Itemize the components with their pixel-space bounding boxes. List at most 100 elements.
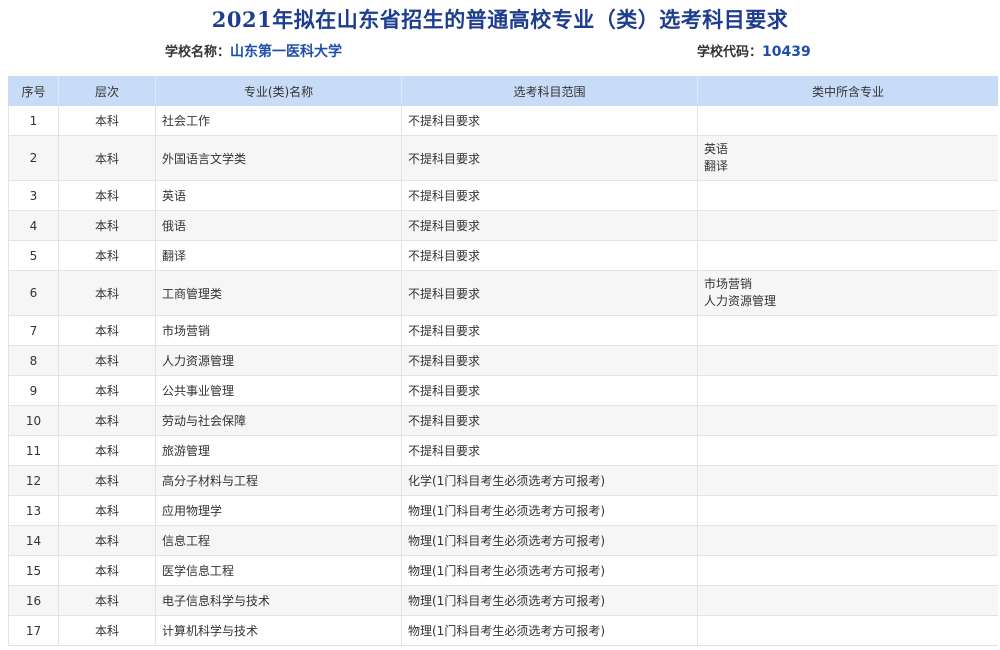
cell-subjects: 不提科目要求 [401, 180, 698, 211]
cell-included [697, 465, 998, 496]
cell-no: 10 [8, 405, 59, 436]
cell-included [697, 315, 998, 346]
cell-major: 劳动与社会保障 [155, 405, 402, 436]
cell-major: 应用物理学 [155, 495, 402, 526]
cell-level: 本科 [58, 525, 156, 556]
cell-major: 高分子材料与工程 [155, 465, 402, 496]
cell-subjects: 物理(1门科目考生必须选考方可报考) [401, 525, 698, 556]
cell-subjects: 化学(1门科目考生必须选考方可报考) [401, 465, 698, 496]
table-row: 16 本科 电子信息科学与技术 物理(1门科目考生必须选考方可报考) [8, 585, 998, 616]
cell-major: 市场营销 [155, 315, 402, 346]
cell-included [697, 615, 998, 646]
cell-no: 5 [8, 240, 59, 271]
cell-subjects: 物理(1门科目考生必须选考方可报考) [401, 495, 698, 526]
cell-no: 4 [8, 210, 59, 241]
included-major: 市场营销 [704, 277, 753, 291]
cell-level: 本科 [58, 555, 156, 586]
cell-no: 17 [8, 615, 59, 646]
cell-subjects: 不提科目要求 [401, 240, 698, 271]
cell-major: 俄语 [155, 210, 402, 241]
cell-level: 本科 [58, 135, 156, 181]
cell-major: 工商管理类 [155, 270, 402, 316]
cell-subjects: 不提科目要求 [401, 105, 698, 136]
cell-major: 英语 [155, 180, 402, 211]
cell-included [697, 585, 998, 616]
page: 2021年拟在山东省招生的普通高校专业（类）选考科目要求 学校名称：山东第一医科… [0, 0, 1000, 650]
cell-level: 本科 [58, 315, 156, 346]
cell-no: 3 [8, 180, 59, 211]
requirements-table-container: 序号 层次 专业(类)名称 选考科目范围 类中所含专业 1 本科 社会工作 不提科目要… [8, 76, 998, 650]
cell-major: 社会工作 [155, 105, 402, 136]
cell-subjects: 物理(1门科目考生必须选考方可报考) [401, 585, 698, 616]
cell-major: 计算机科学与技术 [155, 615, 402, 646]
table-row: 3 本科 英语 不提科目要求 [8, 180, 998, 211]
table-row: 10 本科 劳动与社会保障 不提科目要求 [8, 405, 998, 436]
cell-subjects: 不提科目要求 [401, 210, 698, 241]
cell-included [697, 375, 998, 406]
header-major: 专业(类)名称 [155, 76, 402, 106]
cell-level: 本科 [58, 180, 156, 211]
cell-no: 14 [8, 525, 59, 556]
cell-included [697, 495, 998, 526]
table-row: 11 本科 旅游管理 不提科目要求 [8, 435, 998, 466]
cell-level: 本科 [58, 105, 156, 136]
cell-subjects: 不提科目要求 [401, 270, 698, 316]
cell-no: 8 [8, 345, 59, 376]
header-subjects: 选考科目范围 [401, 76, 698, 106]
cell-level: 本科 [58, 405, 156, 436]
table-row: 8 本科 人力资源管理 不提科目要求 [8, 345, 998, 376]
cell-included [697, 555, 998, 586]
table-row: 4 本科 俄语 不提科目要求 [8, 210, 998, 241]
cell-included [697, 405, 998, 436]
cell-included: 市场营销人力资源管理 [697, 270, 998, 316]
cell-no: 12 [8, 465, 59, 496]
cell-subjects: 不提科目要求 [401, 315, 698, 346]
cell-subjects: 物理(1门科目考生必须选考方可报考) [401, 555, 698, 586]
cell-level: 本科 [58, 240, 156, 271]
cell-major: 翻译 [155, 240, 402, 271]
cell-subjects: 物理(1门科目考生必须选考方可报考) [401, 615, 698, 646]
cell-level: 本科 [58, 270, 156, 316]
cell-major: 外国语言文学类 [155, 135, 402, 181]
school-name-line: 学校名称：山东第一医科大学 [165, 42, 342, 62]
cell-level: 本科 [58, 375, 156, 406]
cell-level: 本科 [58, 585, 156, 616]
table-row: 12 本科 高分子材料与工程 化学(1门科目考生必须选考方可报考) [8, 465, 998, 496]
cell-level: 本科 [58, 615, 156, 646]
included-major: 翻译 [704, 159, 729, 173]
header-level: 层次 [58, 76, 156, 106]
cell-no: 2 [8, 135, 59, 181]
table-row: 14 本科 信息工程 物理(1门科目考生必须选考方可报考) [8, 525, 998, 556]
table-row: 15 本科 医学信息工程 物理(1门科目考生必须选考方可报考) [8, 555, 998, 586]
table-row: 5 本科 翻译 不提科目要求 [8, 240, 998, 271]
school-name-value: 山东第一医科大学 [230, 44, 343, 60]
table-row: 2 本科 外国语言文学类 不提科目要求 英语 翻译 [8, 135, 998, 181]
table-row: 7 本科 市场营销 不提科目要求 [8, 315, 998, 346]
cell-subjects: 不提科目要求 [401, 405, 698, 436]
table-row: 13 本科 应用物理学 物理(1门科目考生必须选考方可报考) [8, 495, 998, 526]
requirements-table: 序号 层次 专业(类)名称 选考科目范围 类中所含专业 1 本科 社会工作 不提科目要… [8, 76, 998, 646]
school-code-label: 学校代码： [697, 45, 763, 60]
cell-level: 本科 [58, 435, 156, 466]
cell-no: 13 [8, 495, 59, 526]
cell-subjects: 不提科目要求 [401, 435, 698, 466]
cell-subjects: 不提科目要求 [401, 375, 698, 406]
cell-subjects: 不提科目要求 [401, 135, 698, 181]
cell-level: 本科 [58, 345, 156, 376]
cell-level: 本科 [58, 210, 156, 241]
table-row: 1 本科 社会工作 不提科目要求 [8, 105, 998, 136]
page-title: 2021年拟在山东省招生的普通高校专业（类）选考科目要求 [211, 7, 789, 32]
cell-major: 人力资源管理 [155, 345, 402, 376]
cell-no: 15 [8, 555, 59, 586]
cell-major: 信息工程 [155, 525, 402, 556]
table-header-row: 序号 层次 专业(类)名称 选考科目范围 类中所含专业 [8, 76, 998, 106]
header-no: 序号 [8, 76, 59, 106]
cell-no: 16 [8, 585, 59, 616]
cell-included [697, 105, 998, 136]
cell-major: 医学信息工程 [155, 555, 402, 586]
table-row: 9 本科 公共事业管理 不提科目要求 [8, 375, 998, 406]
cell-subjects: 不提科目要求 [401, 345, 698, 376]
cell-major: 电子信息科学与技术 [155, 585, 402, 616]
included-major: 人力资源管理 [704, 294, 777, 308]
cell-level: 本科 [58, 465, 156, 496]
